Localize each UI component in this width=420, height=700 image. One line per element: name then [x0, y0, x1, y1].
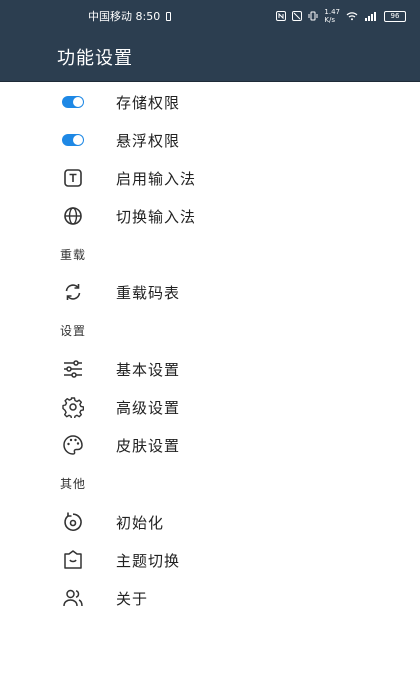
- storage-permission-item[interactable]: 存储权限: [0, 83, 420, 121]
- nfc-icon: [276, 11, 287, 21]
- theme-icon: [62, 549, 84, 571]
- skin-settings-item[interactable]: 皮肤设置: [0, 426, 420, 464]
- about-label: 关于: [116, 589, 149, 608]
- status-right: 1.47 K/s 96: [276, 0, 406, 32]
- globe-icon: [62, 205, 84, 227]
- section-title-reload: 重载: [60, 248, 87, 262]
- storage-permission-toggle[interactable]: [62, 91, 84, 113]
- sliders-icon: [62, 358, 84, 380]
- section-title-other: 其他: [60, 477, 87, 491]
- enable-ime-item[interactable]: 启用输入法: [0, 159, 420, 197]
- switch-ime-item[interactable]: 切换输入法: [0, 197, 420, 235]
- storage-permission-label: 存储权限: [116, 93, 181, 112]
- people-icon: [62, 587, 84, 609]
- toggle-on-icon: [62, 96, 84, 108]
- page-title: 功能设置: [57, 47, 133, 69]
- status-bar: 中国移动 8:50 1.47 K/s 96: [0, 0, 420, 32]
- theme-switch-label: 主题切换: [116, 551, 181, 570]
- refresh-icon: [62, 281, 84, 303]
- mute-icon: [292, 11, 303, 21]
- vibrate-icon: [308, 11, 318, 21]
- enable-ime-label: 启用输入法: [116, 169, 197, 188]
- about-item[interactable]: 关于: [0, 579, 420, 617]
- palette-icon: [62, 434, 84, 456]
- float-permission-label: 悬浮权限: [116, 131, 181, 150]
- text-box-icon: [62, 167, 84, 189]
- basic-settings-item[interactable]: 基本设置: [0, 350, 420, 388]
- reload-table-item[interactable]: 重载码表: [0, 273, 420, 311]
- restore-icon: [62, 511, 84, 533]
- carrier-time: 中国移动 8:50: [88, 10, 161, 23]
- net-speed: 1.47 K/s: [324, 8, 340, 24]
- battery-icon: 96: [384, 10, 406, 22]
- theme-switch-item[interactable]: 主题切换: [0, 541, 420, 579]
- float-permission-item[interactable]: 悬浮权限: [0, 121, 420, 159]
- wifi-icon: [346, 11, 358, 21]
- advanced-settings-label: 高级设置: [116, 398, 181, 417]
- init-label: 初始化: [116, 513, 165, 532]
- basic-settings-label: 基本设置: [116, 360, 181, 379]
- toggle-on-icon: [62, 134, 84, 146]
- status-left: 中国移动 8:50: [88, 8, 172, 24]
- reload-table-label: 重载码表: [116, 283, 181, 302]
- gear-icon: [62, 396, 84, 418]
- section-title-settings: 设置: [60, 324, 87, 338]
- switch-ime-label: 切换输入法: [116, 207, 197, 226]
- advanced-settings-item[interactable]: 高级设置: [0, 388, 420, 426]
- signal-icon: [364, 11, 378, 21]
- app-bar: 功能设置: [0, 32, 420, 82]
- sim-card-icon: [166, 11, 172, 21]
- float-permission-toggle[interactable]: [62, 129, 84, 151]
- init-item[interactable]: 初始化: [0, 503, 420, 541]
- skin-settings-label: 皮肤设置: [116, 436, 181, 455]
